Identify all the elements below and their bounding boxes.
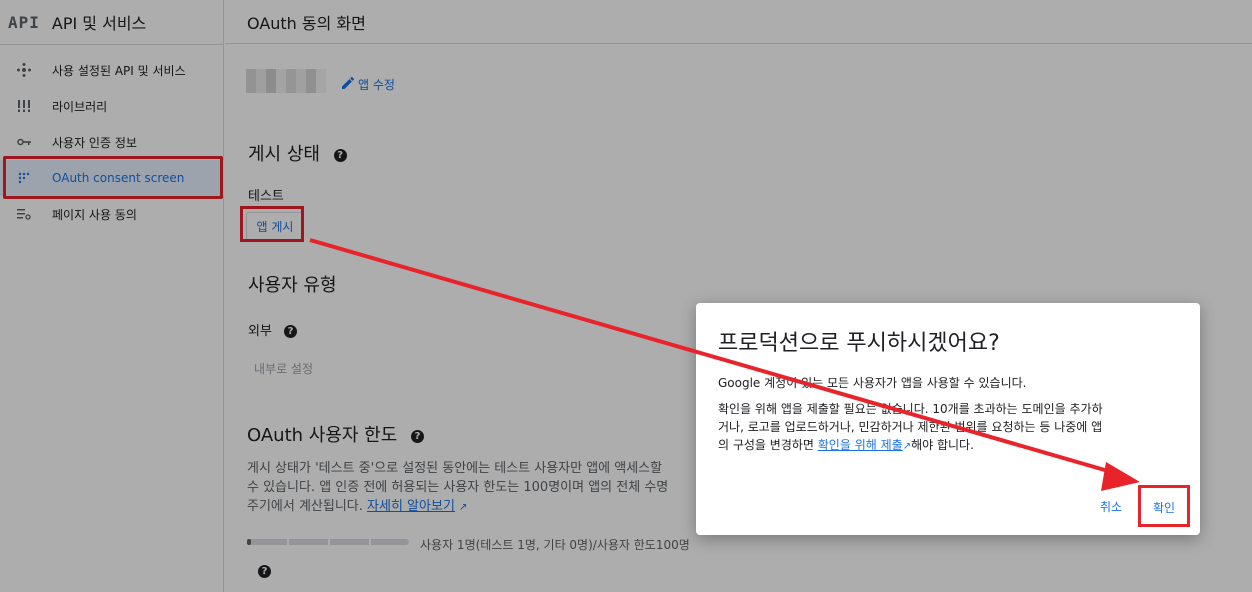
dialog-text: 확인을 위해 앱을 제출할 필요는 없습니다. 10개를 초과하는 도메인을 추…	[718, 402, 1103, 416]
dialog-text: 의 구성을 변경하면	[718, 438, 818, 452]
dialog-text: 거나, 로고를 업로드하거나, 민감하거나 제한된 범위를 요청하는 등 나중에…	[718, 420, 1103, 434]
dialog-text-with-link: 의 구성을 변경하면 확인을 위해 제출↗해야 합니다.	[718, 436, 1180, 456]
annotation-box-confirm: 확인	[1138, 485, 1190, 527]
dialog-text: Google 계정이 있는 모든 사용자가 앱을 사용할 수 있습니다.	[718, 376, 1027, 390]
dialog-text: 해야 합니다.	[911, 438, 974, 452]
confirm-button[interactable]: 확인	[1143, 493, 1185, 522]
dialog-title: 프로덕션으로 푸시하시겠어요?	[718, 331, 1000, 356]
submit-for-verification-link[interactable]: 확인을 위해 제출	[818, 438, 903, 452]
push-to-production-dialog: 프로덕션으로 푸시하시겠어요? Google 계정이 있는 모든 사용자가 앱을…	[696, 303, 1200, 535]
external-link-icon: ↗	[902, 441, 912, 452]
cancel-button[interactable]: 취소	[1090, 492, 1132, 521]
